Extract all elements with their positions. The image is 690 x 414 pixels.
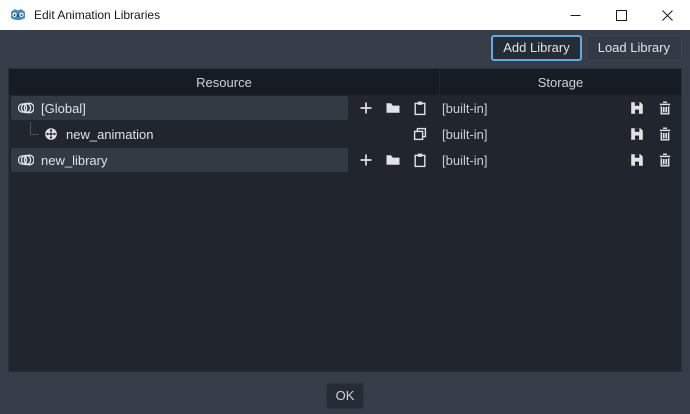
animation-icon [43,126,59,142]
library-name-label: new_library [41,153,107,168]
edit-animation-libraries-dialog: Add Library Load Library Resource Storag… [0,30,690,414]
titlebar: Edit Animation Libraries [0,0,690,30]
add-library-button[interactable]: Add Library [491,35,581,61]
tree-branch-line [30,122,39,135]
window-controls [552,0,690,30]
table-row: new_animation [built-in] [9,121,681,147]
row-file-actions [629,152,681,168]
close-icon [662,10,673,21]
delete-library-icon[interactable] [657,100,673,116]
animation-library-icon [18,100,34,116]
animation-name-label: new_animation [66,127,153,142]
storage-label: [built-in] [442,153,488,168]
animation-library-icon [18,152,34,168]
animation-name-item[interactable]: new_animation [11,122,348,146]
close-button[interactable] [644,0,690,30]
column-header-resource: Resource [9,75,439,90]
storage-label: [built-in] [442,127,488,142]
column-header-storage: Storage [439,70,681,95]
godot-logo-icon [9,6,27,24]
library-name-field[interactable]: [Global] [11,96,348,120]
paste-animation-icon[interactable] [412,100,428,116]
table-row: new_library [built-in] [9,147,681,173]
delete-animation-icon[interactable] [657,126,673,142]
row-file-actions [629,100,681,116]
load-animation-folder-icon[interactable] [385,100,401,116]
add-animation-icon[interactable] [358,152,374,168]
load-library-button[interactable]: Load Library [586,35,682,61]
save-library-icon[interactable] [629,152,645,168]
table-row: [Global] [built-in] [9,95,681,121]
tree-header: Resource Storage [9,69,681,95]
delete-library-icon[interactable] [657,152,673,168]
row-actions [348,100,436,116]
toolbar: Add Library Load Library [0,30,690,61]
row-actions [348,126,436,142]
dialog-footer: OK [0,383,690,409]
maximize-button[interactable] [598,0,644,30]
minimize-icon [570,10,581,21]
library-tree: Resource Storage [Global] [built-in] [8,68,682,372]
row-actions [348,152,436,168]
row-file-actions [629,126,681,142]
paste-animation-icon[interactable] [412,152,428,168]
storage-label: [built-in] [442,101,488,116]
save-library-icon[interactable] [629,100,645,116]
add-animation-icon[interactable] [358,100,374,116]
minimize-button[interactable] [552,0,598,30]
ok-button[interactable]: OK [326,383,365,409]
copy-animation-icon[interactable] [412,126,428,142]
library-name-field[interactable]: new_library [11,148,348,172]
window-title: Edit Animation Libraries [34,8,552,22]
maximize-icon [616,10,627,21]
save-animation-icon[interactable] [629,126,645,142]
tree-empty-area [9,173,681,371]
library-name-label: [Global] [41,101,86,116]
load-animation-folder-icon[interactable] [385,152,401,168]
